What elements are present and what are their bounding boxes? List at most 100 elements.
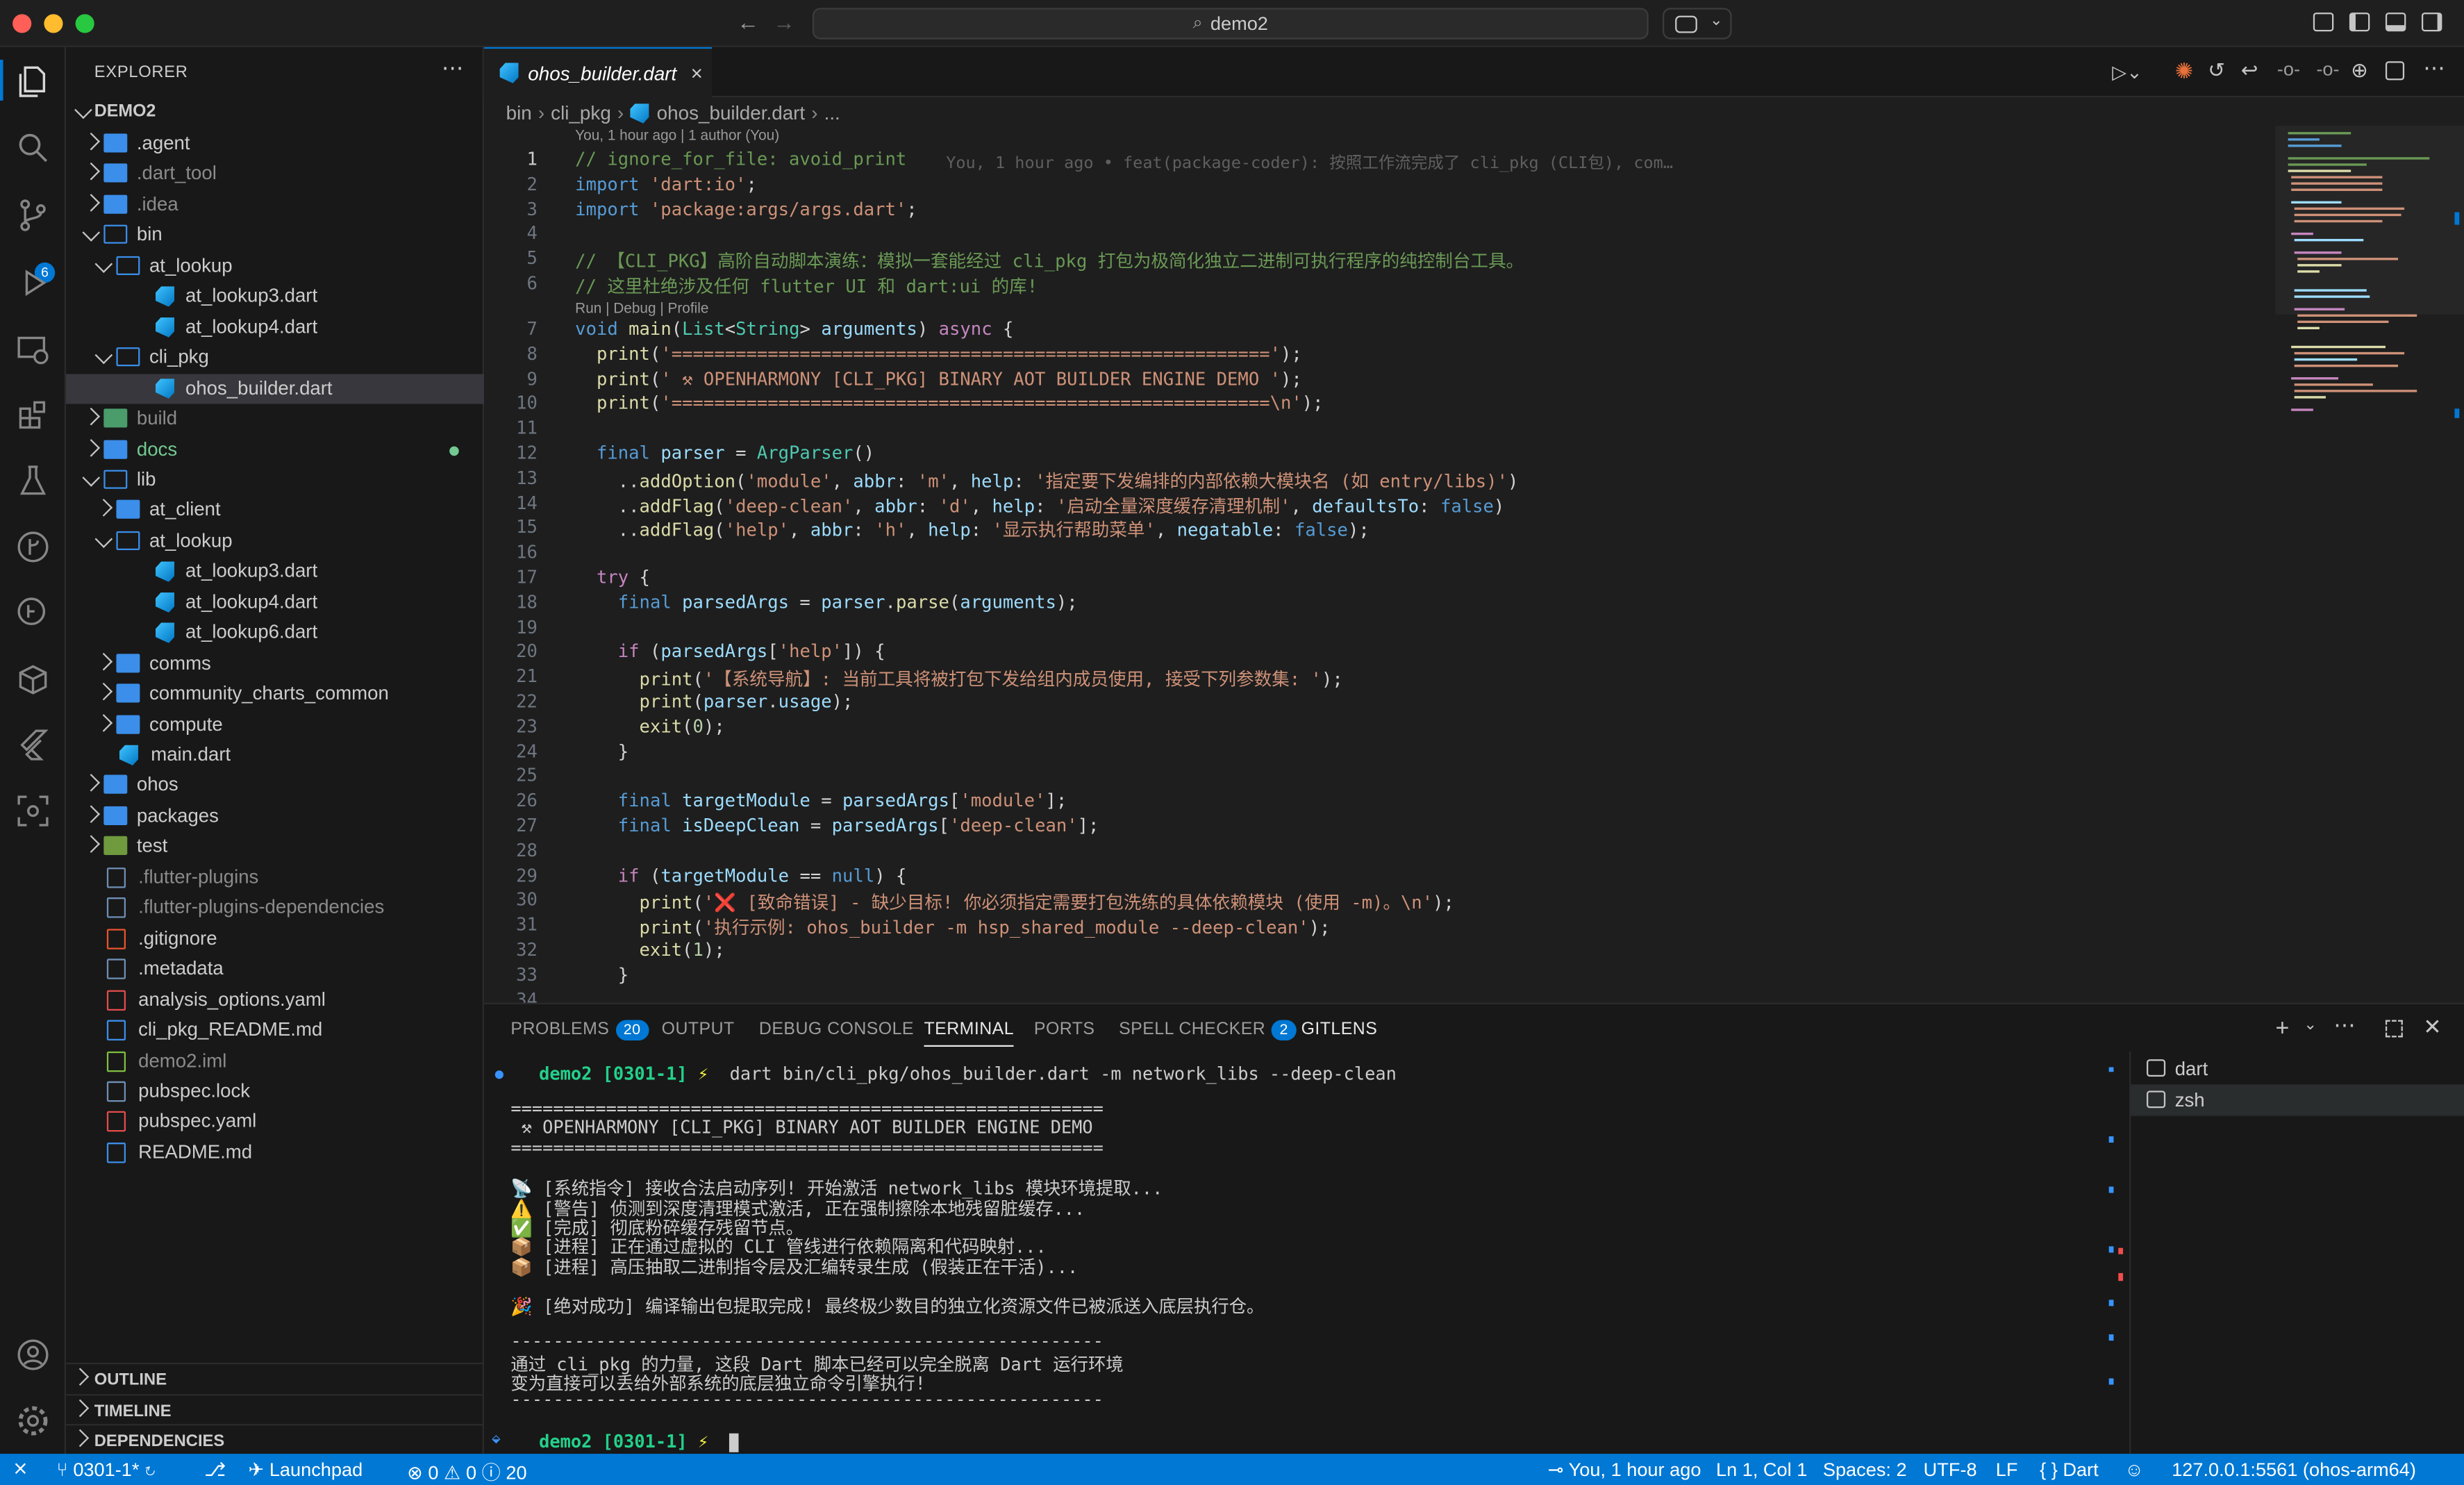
timeline-section[interactable]: TIMELINE [66, 1394, 484, 1425]
terminal-item-zsh[interactable]: zsh [2131, 1084, 2464, 1116]
command-center-search[interactable]: ⌕ demo2 [812, 8, 1649, 40]
gitlens-previous-icon[interactable]: ↩ [2241, 58, 2258, 83]
maximize-panel-icon[interactable] [2385, 1020, 2403, 1038]
search-icon[interactable] [14, 129, 51, 167]
tree-item[interactable]: .idea [66, 190, 484, 221]
close-panel-icon[interactable]: ✕ [2423, 1014, 2442, 1040]
breadcrumb-bin[interactable]: bin [506, 102, 532, 124]
tree-item[interactable]: pubspec.lock [66, 1077, 484, 1107]
tree-item[interactable]: README.md [66, 1138, 484, 1168]
container-box-icon[interactable] [14, 660, 51, 697]
tree-item[interactable]: main.dart [66, 740, 484, 771]
close-window-button[interactable] [13, 14, 32, 33]
branch-status[interactable]: ⑂ 0301-1* ↻ [56, 1459, 156, 1481]
back-arrow-icon[interactable]: ← [737, 10, 759, 35]
launchpad-status[interactable]: ✈ Launchpad [249, 1459, 363, 1481]
manage-gear-icon[interactable] [14, 1402, 51, 1439]
blame-status[interactable]: ⊸ You, 1 hour ago [1548, 1459, 1701, 1481]
terminal-output[interactable]: ● demo2 [0301-1] ⚡ dart bin/cli_pkg/ohos… [492, 1064, 2129, 1452]
tree-item[interactable]: at_lookup4.dart [66, 313, 484, 343]
tree-item[interactable]: .flutter-plugins-dependencies [66, 893, 484, 924]
tab-terminal[interactable]: TERMINAL [924, 1020, 1015, 1047]
more-actions-icon[interactable]: ⋯ [442, 55, 464, 81]
tree-item[interactable]: at_lookup3.dart [66, 557, 484, 588]
run-debug-dropdown-icon[interactable]: ▷⌄ [2112, 61, 2142, 83]
copilot-chat-button[interactable]: ⌄ [1663, 8, 1732, 40]
minimap[interactable] [2275, 126, 2464, 1003]
gitlens-icon[interactable] [14, 528, 51, 565]
customize-layout-icon[interactable] [2313, 13, 2334, 32]
flutter-icon[interactable] [14, 726, 51, 763]
tree-item[interactable]: cli_pkg_README.md [66, 1015, 484, 1046]
timeline-history-icon[interactable]: ↺ [2208, 58, 2225, 83]
tree-item[interactable]: .agent [66, 129, 484, 160]
indentation[interactable]: Spaces: 2 [1823, 1459, 1907, 1481]
breadcrumb-symbol[interactable]: ... [824, 102, 840, 124]
blame-header[interactable]: You, 1 hour ago | 1 author (You) [575, 127, 779, 143]
claude-spark-icon[interactable]: ✺ [2175, 58, 2194, 85]
new-terminal-plus-icon[interactable]: + [2276, 1015, 2290, 1042]
encoding[interactable]: UTF-8 [1924, 1459, 1977, 1481]
run-debug-icon[interactable] [14, 264, 51, 301]
tree-item[interactable]: .flutter-plugins [66, 863, 484, 893]
remote-explorer-icon[interactable] [14, 330, 51, 367]
tree-item[interactable]: cli_pkg [66, 343, 484, 374]
copilot-icon[interactable]: ☺ [2124, 1459, 2144, 1481]
remote-indicator[interactable]: ⨯ [0, 1454, 44, 1485]
codelens-run-debug[interactable]: Run | Debug | Profile [575, 300, 708, 316]
forward-arrow-icon[interactable]: → [773, 10, 795, 35]
toggle-secondary-sidebar-icon[interactable] [2421, 13, 2442, 32]
source-control-icon[interactable] [14, 197, 51, 234]
tree-item[interactable]: at_lookup4.dart [66, 588, 484, 618]
cursor-position[interactable]: Ln 1, Col 1 [1716, 1459, 1807, 1481]
testing-flask-icon[interactable] [14, 462, 51, 499]
close-tab-icon[interactable]: × [691, 61, 703, 85]
tree-item[interactable]: analysis_options.yaml [66, 985, 484, 1015]
code-editor[interactable]: You, 1 hour ago | 1 author (You) Run | D… [484, 126, 2276, 1010]
tree-item[interactable]: ohos [66, 771, 484, 802]
gitlens-next-icon[interactable]: -o- [2316, 58, 2339, 81]
breadcrumb-file[interactable]: ohos_builder.dart [657, 102, 806, 124]
tree-item[interactable]: community_charts_common [66, 679, 484, 710]
split-editor-icon[interactable] [2385, 61, 2405, 81]
tree-item[interactable]: .dart_tool [66, 160, 484, 190]
tree-item[interactable]: demo2.iml [66, 1046, 484, 1077]
gitlens-inspect-icon[interactable] [14, 594, 51, 631]
terminal-scrollbar[interactable] [2108, 1064, 2124, 1454]
toggle-sidebar-icon[interactable] [2349, 13, 2370, 32]
tree-item[interactable]: ohos_builder.dart [66, 373, 484, 404]
tree-item[interactable]: pubspec.yaml [66, 1107, 484, 1138]
language-mode[interactable]: { } Dart [2040, 1459, 2099, 1481]
extensions-icon[interactable] [14, 396, 51, 433]
dependencies-section[interactable]: DEPENDENCIES [66, 1424, 484, 1454]
flutter-device[interactable]: 127.0.0.1:5561 (ohos-arm64) [2172, 1459, 2416, 1481]
tree-item[interactable]: test [66, 832, 484, 863]
outline-section[interactable]: OUTLINE [66, 1362, 484, 1393]
explorer-files-icon[interactable] [14, 63, 51, 101]
minimize-window-button[interactable] [44, 14, 63, 33]
explorer-root[interactable]: DEMO2 [66, 97, 484, 128]
end-of-line[interactable]: LF [1996, 1459, 2018, 1481]
tab-ports[interactable]: PORTS [1034, 1020, 1095, 1039]
tree-item[interactable]: build [66, 404, 484, 435]
tree-item[interactable]: docs [66, 435, 484, 465]
tab-ohos-builder[interactable]: ohos_builder.dart × [483, 47, 713, 98]
scan-icon[interactable] [14, 792, 51, 829]
tab-output[interactable]: OUTPUT [662, 1020, 735, 1039]
tree-item[interactable]: at_lookup3.dart [66, 282, 484, 313]
tree-item[interactable]: .metadata [66, 954, 484, 985]
account-icon[interactable] [14, 1336, 51, 1373]
tab-spell-checker[interactable]: SPELL CHECKER 2 [1119, 1020, 1297, 1040]
gitlens-commit-icon[interactable]: -o- [2277, 58, 2300, 81]
git-graph-icon[interactable]: ⎇ [204, 1459, 226, 1481]
tree-item[interactable]: lib [66, 465, 484, 496]
tree-item[interactable]: bin [66, 221, 484, 251]
tree-item[interactable]: at_lookup [66, 526, 484, 557]
problems-status[interactable]: ⊗ 0 ⚠ 0 ⓘ 20 [407, 1459, 527, 1485]
toggle-panel-icon[interactable] [2385, 13, 2406, 32]
more-editor-actions-icon[interactable]: ⋯ [2423, 55, 2445, 81]
tree-item[interactable]: at_lookup6.dart [66, 618, 484, 649]
terminal-item-dart[interactable]: dart [2131, 1053, 2464, 1084]
tree-item[interactable]: compute [66, 710, 484, 740]
gitlens-toggle-icon[interactable]: ⊕ [2351, 58, 2368, 83]
